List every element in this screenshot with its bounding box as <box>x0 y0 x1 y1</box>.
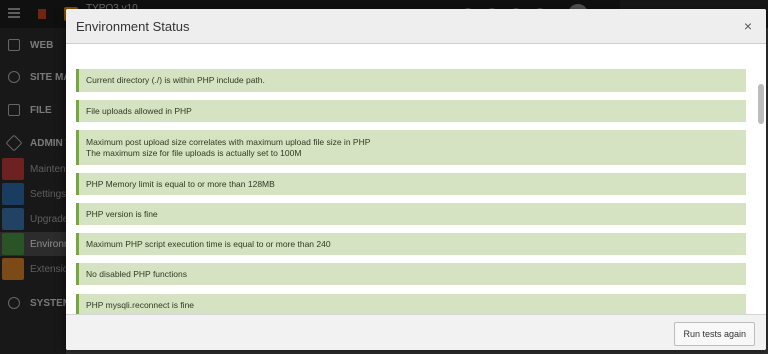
status-message-text: File uploads allowed in PHP <box>86 105 192 116</box>
status-message-detail: The maximum size for file uploads is act… <box>86 147 302 158</box>
status-message-text: PHP mysqli.reconnect is fine <box>86 299 195 310</box>
environment-status-modal: Environment Status × Current directory (… <box>66 9 766 350</box>
status-message-ok: File uploads allowed in PHP <box>76 100 746 122</box>
status-message-text: PHP Memory limit is equal to or more tha… <box>86 178 275 189</box>
run-tests-again-button[interactable]: Run tests again <box>674 322 755 346</box>
status-message-ok: Maximum PHP script execution time is equ… <box>76 233 746 255</box>
status-message-ok: Current directory (./) is within PHP inc… <box>76 69 746 92</box>
status-message-text: Maximum PHP script execution time is equ… <box>86 238 331 249</box>
status-message-ok: PHP version is fine <box>76 203 746 225</box>
status-message-ok: PHP mysqli.reconnect is fine <box>76 294 746 314</box>
status-message-text: Maximum post upload size correlates with… <box>86 136 371 147</box>
scrollbar[interactable] <box>758 84 764 124</box>
modal-title: Environment Status <box>76 19 190 34</box>
modal-body[interactable]: Current directory (./) is within PHP inc… <box>66 44 766 314</box>
status-message-text: No disabled PHP functions <box>86 268 187 279</box>
modal-footer: Run tests again <box>66 314 766 350</box>
status-message-ok: PHP Memory limit is equal to or more tha… <box>76 173 746 195</box>
close-icon[interactable]: × <box>740 18 756 34</box>
status-message-ok: No disabled PHP functions <box>76 263 746 285</box>
status-message-text: PHP version is fine <box>86 208 158 219</box>
modal-header: Environment Status × <box>66 9 766 44</box>
status-message-ok: Maximum post upload size correlates with… <box>76 130 746 165</box>
status-message-text: Current directory (./) is within PHP inc… <box>86 75 265 85</box>
